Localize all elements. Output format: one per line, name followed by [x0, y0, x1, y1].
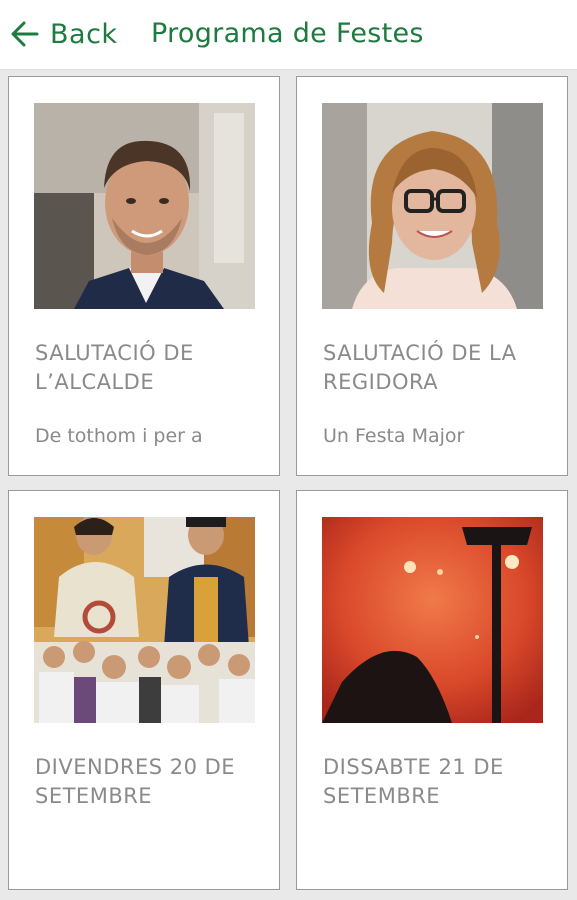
program-grid: SALUTACIÓ DE L’ALCALDE De tothom i per a… [0, 70, 577, 900]
card-title: DIVENDRES 20 DE SETEMBRE [35, 755, 236, 808]
card-title: SALUTACIÓ DE L’ALCALDE [35, 341, 194, 394]
card-image-giants-parade [34, 517, 255, 723]
card-excerpt: De tothom i per a [35, 425, 203, 447]
card-title: DISSABTE 21 DE SETEMBRE [323, 755, 504, 808]
back-button[interactable]: Back [10, 14, 118, 54]
card-image-councillor-portrait [322, 103, 543, 309]
back-label: Back [50, 18, 118, 50]
card-image-fireworks [322, 517, 543, 723]
page-title: Programa de Festes [151, 18, 424, 49]
arrow-left-icon [10, 19, 40, 49]
card-salutacio-alcalde[interactable]: SALUTACIÓ DE L’ALCALDE De tothom i per a [8, 76, 280, 476]
card-dissabte-21[interactable]: DISSABTE 21 DE SETEMBRE [296, 490, 568, 890]
app-bar: Back Programa de Festes [0, 0, 577, 70]
card-title: SALUTACIÓ DE LA REGIDORA [323, 341, 517, 394]
card-salutacio-regidora[interactable]: SALUTACIÓ DE LA REGIDORA Un Festa Major [296, 76, 568, 476]
card-divendres-20[interactable]: DIVENDRES 20 DE SETEMBRE [8, 490, 280, 890]
card-excerpt: Un Festa Major [323, 425, 465, 447]
card-image-mayor-portrait [34, 103, 255, 309]
